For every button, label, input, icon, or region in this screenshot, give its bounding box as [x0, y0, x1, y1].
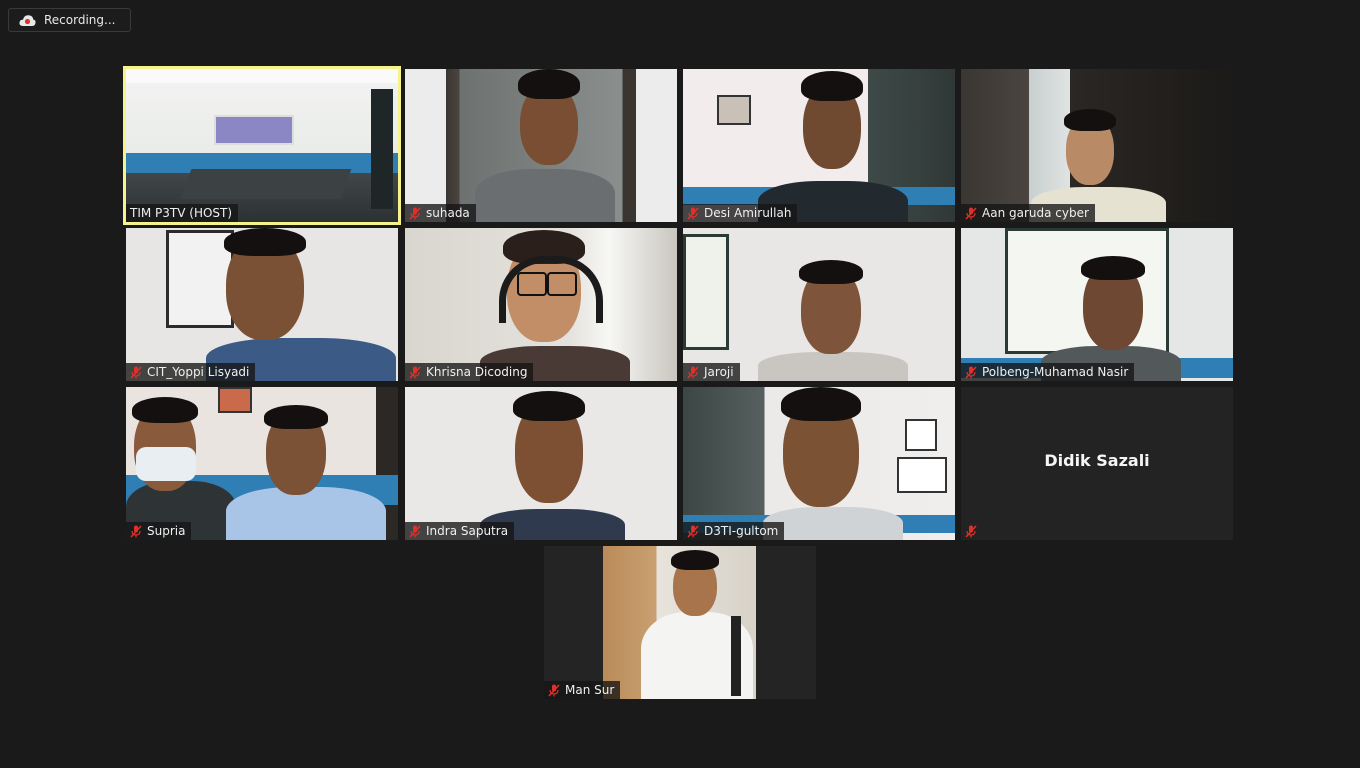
participant-name: Man Sur: [565, 683, 615, 697]
participant-name: suhada: [426, 206, 470, 220]
participant-name-tag: TIM P3TV (HOST): [126, 204, 239, 222]
participant-name-tag: Polbeng-Muhamad Nasir: [961, 363, 1135, 381]
muted-mic-icon: [687, 365, 699, 379]
participant-video: [126, 228, 398, 381]
participant-video: [683, 69, 955, 222]
participant-name-tag: suhada: [405, 204, 476, 222]
participant-name-tag: CIT_Yoppi Lisyadi: [126, 363, 256, 381]
participant-video: [961, 69, 1233, 222]
participant-video: [405, 69, 677, 222]
participant-name: Khrisna Dicoding: [426, 365, 528, 379]
participant-display-name: Didik Sazali: [1044, 451, 1150, 470]
participant-name-tag: Desi Amirullah: [683, 204, 798, 222]
participant-name-tag: [961, 522, 988, 540]
participant-name: CIT_Yoppi Lisyadi: [147, 365, 250, 379]
muted-mic-icon: [687, 206, 699, 220]
muted-mic-icon: [687, 524, 699, 538]
participant-name-tag: Khrisna Dicoding: [405, 363, 534, 381]
muted-mic-icon: [965, 524, 977, 538]
participant-name-tag: D3TI-gultom: [683, 522, 785, 540]
participant-name-tag: Man Sur: [544, 681, 621, 699]
recording-indicator[interactable]: Recording...: [8, 8, 131, 32]
participant-name: Polbeng-Muhamad Nasir: [982, 365, 1129, 379]
video-tile-supria[interactable]: Supria: [126, 387, 398, 540]
muted-mic-icon: [409, 365, 421, 379]
muted-mic-icon: [409, 206, 421, 220]
participant-video: [126, 387, 398, 540]
participant-name: Desi Amirullah: [704, 206, 792, 220]
participant-name-tag: Supria: [126, 522, 192, 540]
muted-mic-icon: [965, 206, 977, 220]
host-room-video: [126, 69, 398, 222]
muted-mic-icon: [965, 365, 977, 379]
video-tile-didik-sazali[interactable]: Didik Sazali: [961, 387, 1233, 540]
participant-video: [683, 228, 955, 381]
video-tile-suhada[interactable]: suhada: [405, 69, 677, 222]
video-tile-desi-amirullah[interactable]: Desi Amirullah: [683, 69, 955, 222]
participant-name: D3TI-gultom: [704, 524, 779, 538]
participant-video: [603, 546, 756, 699]
video-tile-man-sur[interactable]: Man Sur: [544, 546, 816, 699]
video-tile-aan-garuda-cyber[interactable]: Aan garuda cyber: [961, 69, 1233, 222]
video-tile-cit-yoppi-lisyadi[interactable]: CIT_Yoppi Lisyadi: [126, 228, 398, 381]
participant-name: Supria: [147, 524, 186, 538]
video-tile-jaroji[interactable]: Jaroji: [683, 228, 955, 381]
participant-name: Aan garuda cyber: [982, 206, 1089, 220]
participant-name-tag: Jaroji: [683, 363, 740, 381]
muted-mic-icon: [409, 524, 421, 538]
cloud-record-icon: [19, 14, 36, 26]
video-tile-indra-saputra[interactable]: Indra Saputra: [405, 387, 677, 540]
participant-video: [683, 387, 955, 540]
participant-video: [405, 387, 677, 540]
video-tile-d3ti-gultom[interactable]: D3TI-gultom: [683, 387, 955, 540]
muted-mic-icon: [548, 683, 560, 697]
participant-name-tag: Aan garuda cyber: [961, 204, 1095, 222]
video-tile-polbeng-muhamad-nasir[interactable]: Polbeng-Muhamad Nasir: [961, 228, 1233, 381]
participant-name: Jaroji: [704, 365, 734, 379]
participant-video: [961, 228, 1233, 381]
participant-name-tag: Indra Saputra: [405, 522, 515, 540]
participant-video: [405, 228, 677, 381]
muted-mic-icon: [130, 365, 142, 379]
participant-name: TIM P3TV (HOST): [130, 206, 233, 220]
participant-name: Indra Saputra: [426, 524, 509, 538]
video-tile-host[interactable]: TIM P3TV (HOST): [123, 66, 401, 225]
video-tile-khrisna-dicoding[interactable]: Khrisna Dicoding: [405, 228, 677, 381]
muted-mic-icon: [130, 524, 142, 538]
recording-label: Recording...: [44, 13, 116, 27]
